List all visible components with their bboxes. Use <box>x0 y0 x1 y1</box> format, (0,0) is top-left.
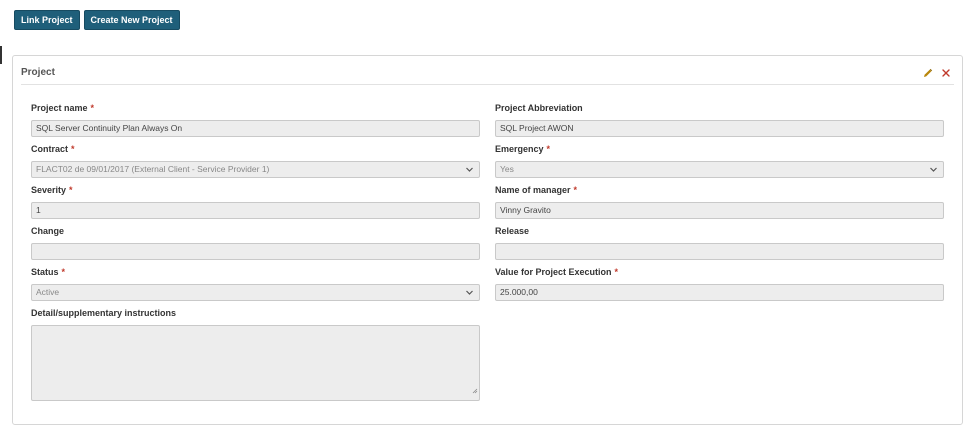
contract-select[interactable]: FLACT02 de 09/01/2017 (External Client -… <box>31 161 480 178</box>
release-input[interactable] <box>495 243 944 260</box>
project-abbreviation-input[interactable]: SQL Project AWON <box>495 120 944 137</box>
status-label: Status * <box>31 267 66 277</box>
project-name-field: Project name * SQL Server Continuity Plan… <box>31 103 480 137</box>
chevron-down-icon <box>929 164 938 177</box>
change-input[interactable] <box>31 243 480 260</box>
change-label: Change <box>31 226 65 236</box>
emergency-select[interactable]: Yes <box>495 161 944 178</box>
status-field: Status * Active <box>31 267 480 301</box>
value-for-project-execution-field: Value for Project Execution * 25.000,00 <box>495 267 944 301</box>
detail-instructions-label: Detail/supplementary instructions <box>31 308 177 318</box>
detail-instructions-field: Detail/supplementary instructions <box>31 308 480 401</box>
panel-title: Project <box>21 67 55 78</box>
change-field: Change <box>31 226 480 260</box>
contract-field: Contract * FLACT02 de 09/01/2017 (Externa… <box>31 144 480 178</box>
emergency-field: Emergency * Yes <box>495 144 944 178</box>
pencil-icon[interactable] <box>923 68 933 78</box>
contract-select-value: FLACT02 de 09/01/2017 (External Client -… <box>36 164 270 174</box>
emergency-select-value: Yes <box>500 164 514 174</box>
status-select[interactable]: Active <box>31 284 480 301</box>
create-new-project-button[interactable]: Create New Project <box>83 10 180 30</box>
toolbar: Link Project Create New Project <box>14 10 180 30</box>
release-field: Release <box>495 226 944 260</box>
release-label: Release <box>495 226 530 236</box>
project-name-label: Project name * <box>31 103 95 113</box>
contract-label: Contract * <box>31 144 75 154</box>
value-for-project-execution-input[interactable]: 25.000,00 <box>495 284 944 301</box>
name-of-manager-label: Name of manager * <box>495 185 578 195</box>
severity-field: Severity * 1 <box>31 185 480 219</box>
project-abbreviation-label: Project Abbreviation <box>495 103 583 113</box>
panel-header: Project <box>21 56 954 85</box>
chevron-down-icon <box>465 287 474 300</box>
project-panel: Project Project name * SQL Server Continu… <box>12 55 963 425</box>
project-name-input[interactable]: SQL Server Continuity Plan Always On <box>31 120 480 137</box>
severity-input[interactable]: 1 <box>31 202 480 219</box>
link-project-button[interactable]: Link Project <box>14 10 80 30</box>
name-of-manager-input[interactable]: Vinny Gravito <box>495 202 944 219</box>
severity-label: Severity * <box>31 185 73 195</box>
close-icon[interactable] <box>941 68 951 78</box>
value-for-project-execution-label: Value for Project Execution * <box>495 267 619 277</box>
detail-instructions-textarea[interactable] <box>31 325 480 401</box>
name-of-manager-field: Name of manager * Vinny Gravito <box>495 185 944 219</box>
status-select-value: Active <box>36 287 60 297</box>
emergency-label: Emergency * <box>495 144 551 154</box>
chevron-down-icon <box>465 164 474 177</box>
left-edge-marker <box>0 46 2 64</box>
project-abbreviation-field: Project Abbreviation SQL Project AWON <box>495 103 944 137</box>
resize-grip-icon[interactable] <box>472 384 478 399</box>
